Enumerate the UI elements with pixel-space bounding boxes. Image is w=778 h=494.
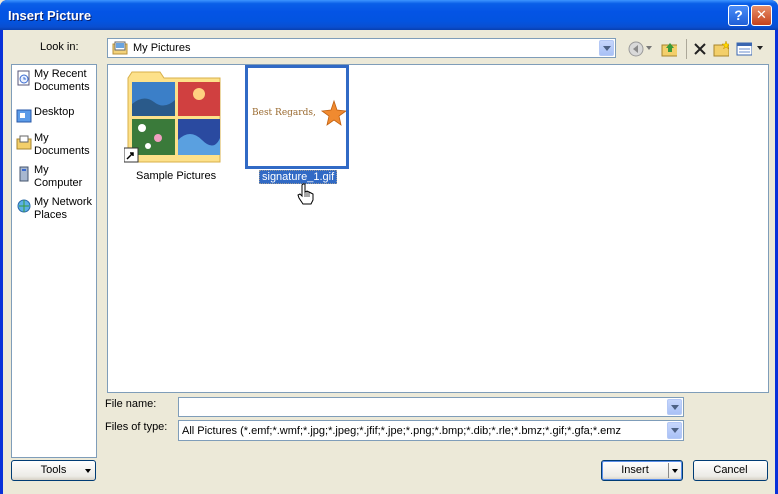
place-label-line: My <box>34 132 49 144</box>
my-pictures-folder-icon <box>112 41 128 55</box>
place-my-computer[interactable]: My Computer <box>14 164 96 194</box>
preview-text: Best Regards, <box>252 108 316 118</box>
place-label-line: Places <box>34 209 68 221</box>
insert-picture-dialog: Insert Picture ? ✕ Look in: My Pictures <box>0 0 778 494</box>
tools-button-label: Tools <box>40 464 67 476</box>
insert-button-label: Insert <box>621 464 649 476</box>
file-item-signature[interactable]: Best Regards, <box>245 65 349 169</box>
file-list[interactable]: Sample Pictures Best Regards, signature_… <box>107 64 769 393</box>
place-my-network-places[interactable]: My Network Places <box>14 196 96 226</box>
folder-thumbnail-icon <box>123 71 221 163</box>
cancel-button[interactable]: Cancel <box>693 460 768 481</box>
place-label-line: My Network <box>34 196 93 208</box>
look-in-value: My Pictures <box>133 42 191 54</box>
title-bar[interactable]: Insert Picture ? ✕ <box>0 0 778 30</box>
file-name-combo[interactable] <box>178 397 684 417</box>
look-in-combo[interactable]: My Pictures <box>107 38 616 58</box>
file-name-dropdown[interactable] <box>667 399 682 415</box>
my-computer-icon <box>19 166 29 182</box>
file-item-sample-pictures[interactable] <box>123 68 224 168</box>
file-name-label: Sample Pictures <box>136 170 217 182</box>
network-places-icon <box>17 199 31 213</box>
place-desktop[interactable]: Desktop <box>14 106 96 126</box>
back-dropdown-icon[interactable] <box>646 44 662 60</box>
files-of-type-label: Files of type: <box>105 421 168 433</box>
look-in-dropdown[interactable] <box>599 40 614 56</box>
place-my-documents[interactable]: My Documents <box>14 132 96 162</box>
desktop-icon <box>16 109 32 123</box>
insert-button[interactable]: Insert <box>601 460 683 481</box>
back-icon[interactable] <box>628 41 644 57</box>
close-button[interactable]: ✕ <box>751 5 772 26</box>
place-my-recent-documents[interactable]: My Recent Documents <box>14 68 96 98</box>
place-label-line: My Recent <box>34 68 87 80</box>
delete-icon[interactable] <box>692 41 708 57</box>
place-label-line: Computer <box>34 177 83 189</box>
tools-dropdown-icon <box>85 469 91 473</box>
image-thumbnail: Best Regards, <box>248 68 348 166</box>
toolbar-separator <box>686 39 687 59</box>
files-of-type-combo[interactable]: All Pictures (*.emf;*.wmf;*.jpg;*.jpeg;*… <box>178 420 684 441</box>
dialog-body: Look in: My Pictures My Recent Documents… <box>3 30 775 494</box>
places-bar: My Recent Documents Desktop My Documents… <box>11 64 97 458</box>
files-of-type-dropdown[interactable] <box>667 422 682 439</box>
views-icon[interactable] <box>736 41 752 57</box>
insert-split-divider <box>668 463 669 478</box>
my-documents-icon <box>16 135 32 150</box>
hand-cursor-icon <box>297 183 314 205</box>
help-button[interactable]: ? <box>728 5 749 26</box>
place-label-line: Desktop <box>34 106 75 118</box>
tools-button[interactable]: Tools <box>11 460 96 481</box>
files-of-type-value: All Pictures (*.emf;*.wmf;*.jpg;*.jpeg;*… <box>182 425 621 437</box>
look-in-label: Look in: <box>40 41 79 53</box>
views-dropdown-icon[interactable] <box>757 44 773 60</box>
recent-documents-icon <box>17 70 30 86</box>
place-label-line: Documents <box>34 81 90 93</box>
place-label-line: Documents <box>34 145 90 157</box>
file-name-label: signature_1.gif <box>259 170 338 184</box>
window-title: Insert Picture <box>8 8 92 23</box>
insert-dropdown-icon[interactable] <box>672 469 679 474</box>
file-name-field-label: File name: <box>105 398 157 410</box>
new-folder-icon[interactable] <box>713 41 729 57</box>
place-label-line: My <box>34 164 49 176</box>
up-folder-icon[interactable] <box>661 41 677 57</box>
